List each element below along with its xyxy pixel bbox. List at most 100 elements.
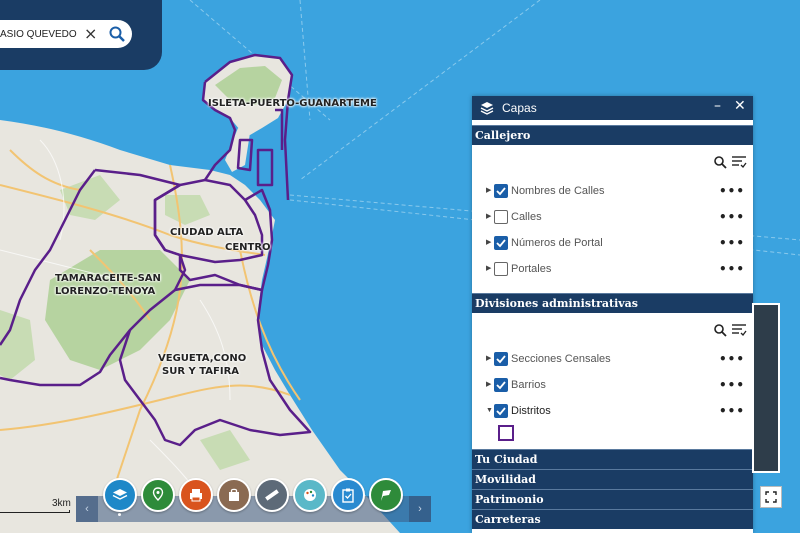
more-options-icon[interactable]: ••• (719, 262, 745, 276)
district-label-centro: CENTRO (225, 242, 271, 253)
fullscreen-button[interactable] (760, 486, 782, 508)
layer-checkbox[interactable] (494, 184, 508, 198)
section-header-tu-ciudad[interactable]: Tu Ciudad (472, 449, 753, 469)
search-icon[interactable] (713, 155, 727, 169)
layer-checkbox[interactable] (494, 378, 508, 392)
layers-panel: Capas – ✕ Callejero ▶ Nombres de Calles … (472, 96, 753, 533)
layer-row-distritos[interactable]: ▼ Distritos ••• (486, 401, 745, 421)
print-tool-button[interactable] (179, 478, 213, 512)
section-title: Divisiones administrativas (475, 297, 638, 310)
print-icon (190, 489, 202, 502)
district-label-vegueta-2: SUR Y TAFIRA (162, 366, 240, 377)
layer-row-numeros-portal[interactable]: ▶ Números de Portal ••• (486, 233, 745, 253)
expand-caret-icon[interactable]: ▶ (486, 213, 492, 221)
map-pin-icon (152, 487, 164, 501)
toolbar-prev-button[interactable]: ‹ (76, 496, 98, 522)
section-header-divisiones[interactable]: Divisiones administrativas (472, 293, 753, 313)
district-label-isleta: ISLETA-PUERTO-GUANARTEME (208, 98, 377, 109)
district-label-vegueta-1: VEGUETA,CONO (158, 353, 247, 364)
more-options-icon[interactable]: ••• (719, 404, 745, 418)
district-label-ciudad-alta: CIUDAD ALTA (170, 227, 244, 238)
palette-icon (304, 489, 316, 501)
check-icon (496, 355, 506, 364)
layer-checkbox[interactable] (494, 262, 508, 276)
district-label-tamaraceite-1: TAMARACEITE-SAN (55, 273, 161, 284)
close-icon[interactable]: × (84, 24, 97, 44)
layers-panel-header: Capas – ✕ (472, 96, 753, 120)
style-tool-button[interactable] (293, 478, 327, 512)
section-header-movilidad[interactable]: Movilidad (472, 469, 753, 489)
bag-icon (229, 488, 239, 501)
section-header-carreteras[interactable]: Carreteras (472, 509, 753, 529)
layer-checkbox[interactable] (494, 352, 508, 366)
clipboard-icon (342, 488, 354, 503)
section-header-patrimonio[interactable]: Patrimonio (472, 489, 753, 509)
section-body-divisiones: ▶ Secciones Censales ••• ▶ Barrios ••• ▼… (472, 313, 753, 449)
check-icon (496, 187, 506, 196)
ruler-icon (265, 489, 279, 501)
layer-row-portales[interactable]: ▶ Portales ••• (486, 259, 745, 279)
legend-swatch-distritos (498, 425, 514, 441)
expand-caret-icon[interactable]: ▶ (486, 265, 492, 273)
more-options-icon[interactable]: ••• (719, 236, 745, 250)
layer-checkbox[interactable] (494, 236, 508, 250)
flag-icon (381, 490, 391, 501)
layer-label: Números de Portal (511, 237, 603, 249)
expand-caret-icon[interactable]: ▶ (486, 381, 492, 389)
layers-icon (112, 489, 128, 500)
section-title: Patrimonio (475, 493, 544, 506)
toolbar-page-dot (118, 513, 121, 516)
section-body-callejero: ▶ Nombres de Calles ••• ▶ Calles ••• ▶ N… (472, 145, 753, 293)
layer-row-calles[interactable]: ▶ Calles ••• (486, 207, 745, 227)
more-options-icon[interactable]: ••• (719, 184, 745, 198)
check-icon (496, 381, 506, 390)
section-title: Movilidad (475, 473, 536, 486)
layer-label: Nombres de Calles (511, 185, 605, 197)
location-tool-button[interactable] (141, 478, 175, 512)
layer-label: Portales (511, 263, 552, 275)
fullscreen-icon (765, 491, 777, 503)
scale-label: 3km (52, 498, 71, 509)
more-options-icon[interactable]: ••• (719, 352, 745, 366)
more-options-icon[interactable]: ••• (719, 210, 745, 224)
layer-label: Barrios (511, 379, 546, 391)
section-title: Tu Ciudad (475, 453, 538, 466)
filter-list-icon[interactable] (731, 323, 747, 337)
search-box: × (0, 20, 132, 48)
side-panel-edge (752, 303, 780, 473)
filter-list-icon[interactable] (731, 155, 747, 169)
section-header-callejero[interactable]: Callejero (472, 125, 753, 145)
layer-checkbox[interactable] (494, 210, 508, 224)
expand-caret-icon[interactable]: ▶ (486, 355, 492, 363)
collapse-caret-icon[interactable]: ▼ (486, 407, 493, 415)
layer-row-secciones-censales[interactable]: ▶ Secciones Censales ••• (486, 349, 745, 369)
layers-icon (480, 102, 494, 115)
close-icon[interactable]: ✕ (734, 98, 746, 114)
layers-tool-button[interactable] (103, 478, 137, 512)
report-tool-button[interactable] (331, 478, 365, 512)
search-icon[interactable] (713, 323, 727, 337)
layer-row-barrios[interactable]: ▶ Barrios ••• (486, 375, 745, 395)
section-title: Callejero (475, 129, 531, 142)
tour-tool-button[interactable] (369, 478, 403, 512)
measure-tool-button[interactable] (255, 478, 289, 512)
search-input[interactable] (0, 28, 88, 40)
check-icon (496, 239, 506, 248)
layer-row-nombres-calles[interactable]: ▶ Nombres de Calles ••• (486, 181, 745, 201)
section-title: Carreteras (475, 513, 541, 526)
search-icon[interactable] (108, 25, 126, 43)
layer-checkbox[interactable] (494, 404, 508, 418)
district-label-tamaraceite-2: LORENZO-TENOYA (55, 286, 156, 297)
minimize-icon[interactable]: – (714, 98, 721, 114)
section-tools (713, 155, 747, 169)
toolbar-next-button[interactable]: › (409, 496, 431, 522)
bag-tool-button[interactable] (217, 478, 251, 512)
layer-label: Calles (511, 211, 542, 223)
layer-label: Secciones Censales (511, 353, 611, 365)
expand-caret-icon[interactable]: ▶ (486, 187, 492, 195)
more-options-icon[interactable]: ••• (719, 378, 745, 392)
expand-caret-icon[interactable]: ▶ (486, 239, 492, 247)
check-icon (496, 407, 506, 416)
layers-panel-title: Capas (502, 101, 537, 115)
scale-bar (0, 510, 70, 513)
